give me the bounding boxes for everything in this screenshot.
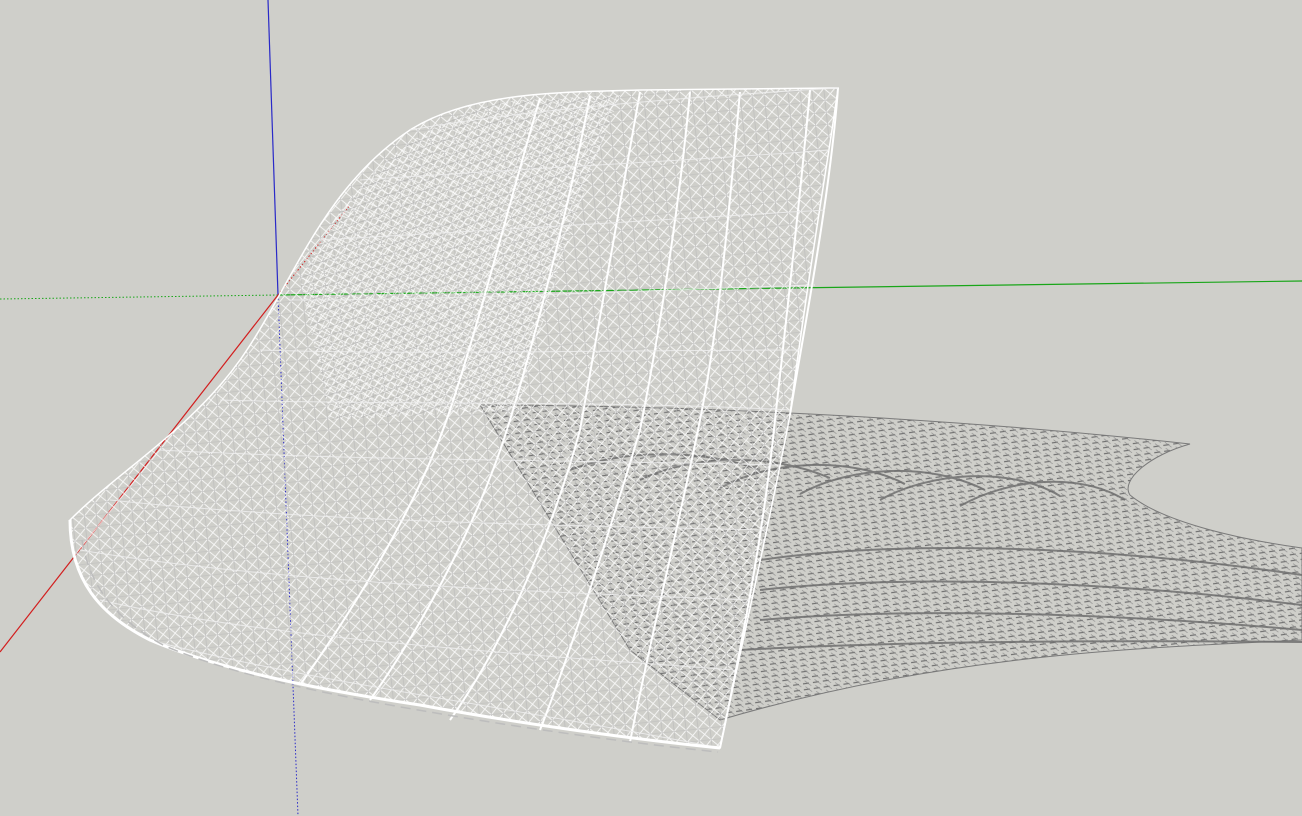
blue-axis-positive: [267, 0, 279, 296]
3d-modeling-viewport[interactable]: [0, 0, 1302, 816]
green-axis-negative: [0, 294, 279, 300]
space-frame-shell[interactable]: [68, 87, 839, 753]
scene-canvas[interactable]: [0, 0, 1302, 816]
